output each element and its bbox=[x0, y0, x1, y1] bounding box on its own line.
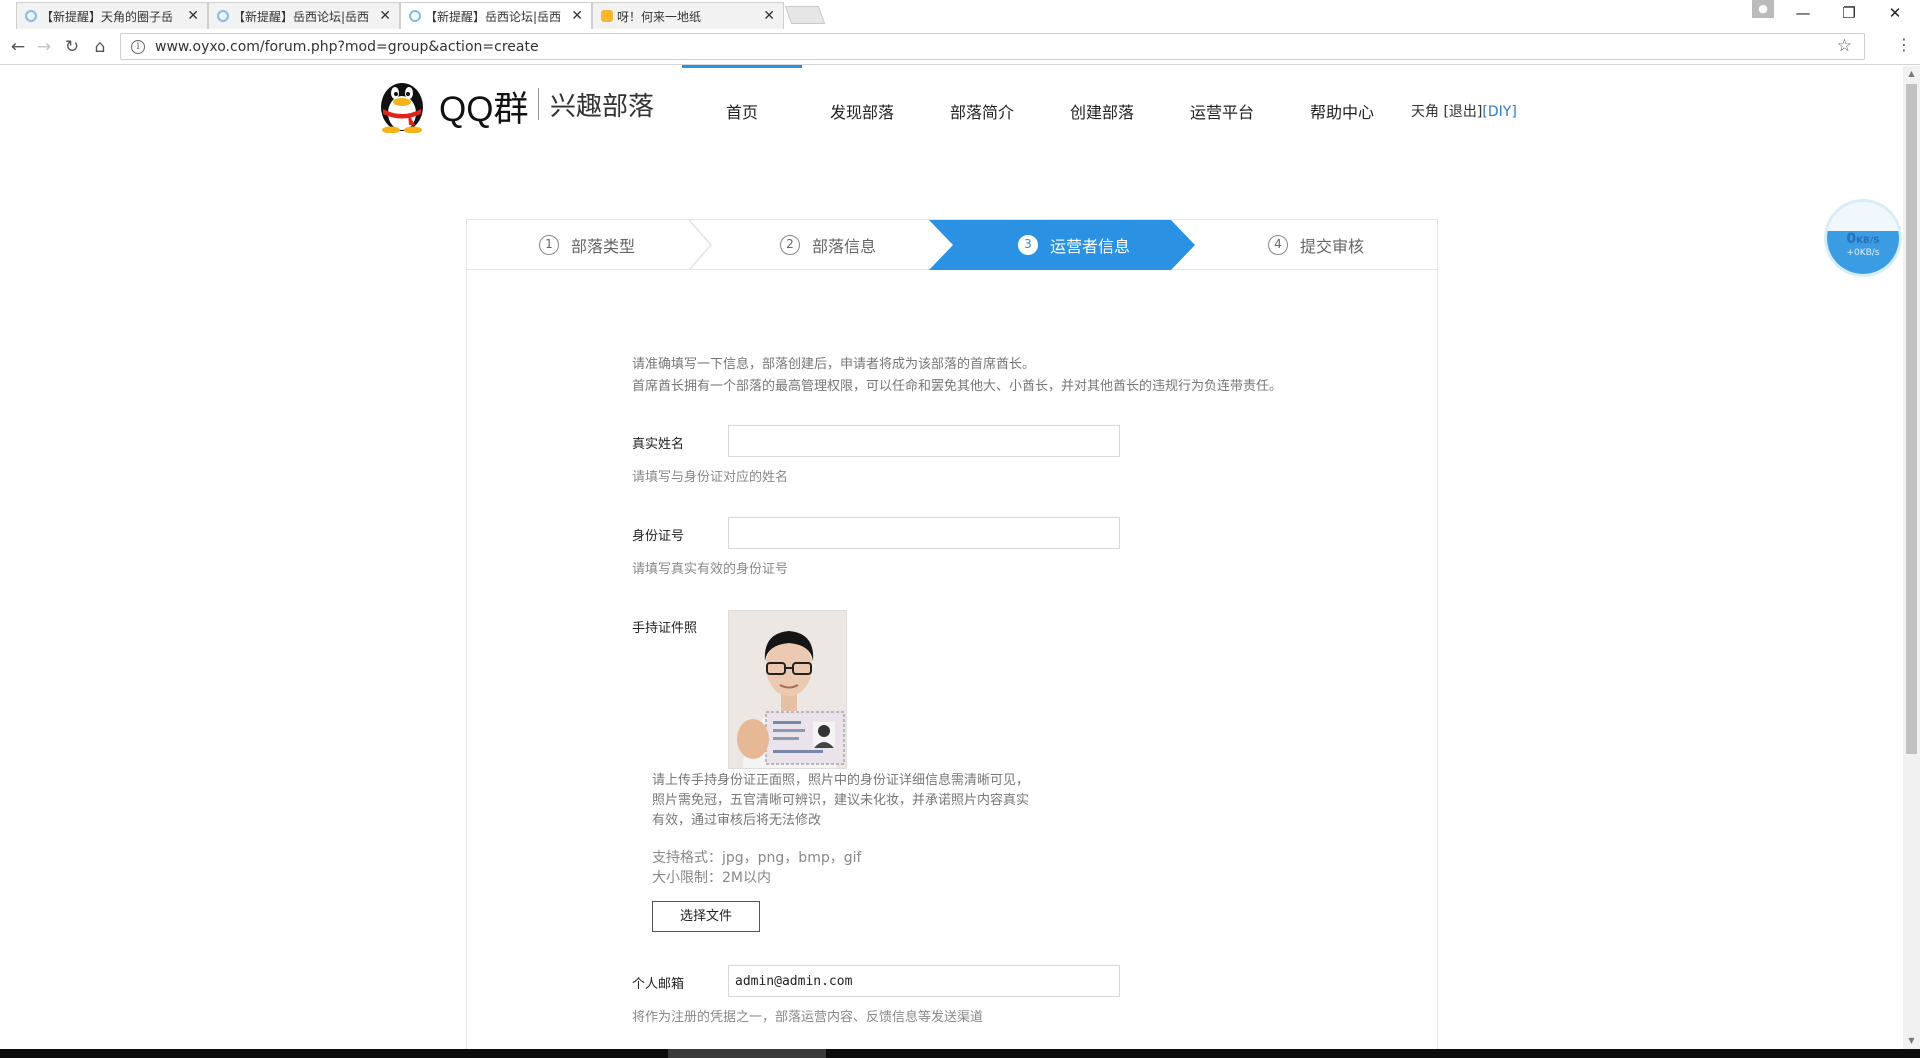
main-nav: 首页 发现部落 部落简介 创建部落 运营平台 帮助中心 bbox=[682, 65, 1402, 153]
id-photo-preview bbox=[728, 610, 847, 769]
nav-about[interactable]: 部落简介 bbox=[922, 65, 1042, 153]
nav-discover[interactable]: 发现部落 bbox=[802, 65, 922, 153]
browser-menu-icon[interactable]: ⋮ bbox=[1896, 35, 1912, 54]
scroll-up-icon[interactable]: ▲ bbox=[1903, 66, 1920, 82]
step-tribe-info: 2 部落信息 bbox=[707, 220, 949, 270]
reload-icon[interactable]: ↻ bbox=[60, 35, 84, 59]
close-icon[interactable]: ✕ bbox=[571, 8, 583, 24]
logout-link[interactable]: [退出] bbox=[1443, 104, 1482, 120]
scroll-thumb[interactable] bbox=[1906, 84, 1917, 754]
forum-favicon-icon bbox=[409, 10, 421, 22]
browser-tab-1[interactable]: 【新提醒】天角的圈子岳 ✕ bbox=[16, 2, 208, 29]
id-number-label: 身份证号 bbox=[632, 529, 685, 544]
id-number-hint: 请填写真实有效的身份证号 bbox=[632, 562, 789, 577]
os-taskbar bbox=[0, 1049, 1920, 1058]
speed-sub-value: +0KB/s bbox=[1846, 248, 1880, 258]
back-arrow-icon[interactable]: ← bbox=[6, 35, 30, 59]
step-label: 提交审核 bbox=[1299, 237, 1364, 256]
forum-favicon-icon bbox=[217, 10, 229, 22]
logo-subtitle: 兴趣部落 bbox=[550, 92, 655, 122]
step-label: 部落类型 bbox=[570, 237, 635, 256]
real-name-input[interactable] bbox=[728, 425, 1120, 457]
form-intro: 请准确填写一下信息，部落创建后，申请者将成为该部落的首席酋长。 首席酋长拥有一个… bbox=[632, 354, 1282, 398]
username[interactable]: 天角 bbox=[1411, 104, 1439, 120]
close-icon[interactable]: ✕ bbox=[187, 8, 199, 24]
step-label: 部落信息 bbox=[811, 237, 876, 256]
speed-value: 0KB/S bbox=[1846, 231, 1880, 247]
close-icon[interactable]: ✕ bbox=[379, 8, 391, 24]
create-tribe-card: 1 部落类型 2 部落信息 3 运营者信息 4 提交审核 请准确填写一下信息，部… bbox=[466, 219, 1438, 1058]
id-number-input[interactable] bbox=[728, 517, 1120, 549]
step-number: 1 bbox=[538, 235, 559, 255]
step-operator-info: 3 运营者信息 bbox=[953, 220, 1195, 270]
upload-constraints: 支持格式：jpg，png，bmp，gif 大小限制：2M以内 bbox=[652, 848, 861, 888]
info-icon[interactable]: i bbox=[131, 39, 145, 54]
speed-unit: KB/S bbox=[1856, 236, 1880, 246]
real-name-hint: 请填写与身份证对应的姓名 bbox=[632, 470, 789, 485]
tab-title: 【新提醒】岳西论坛|岳西 bbox=[233, 9, 370, 24]
id-photo-label: 手持证件照 bbox=[632, 621, 698, 636]
upload-note-line: 有效，通过审核后将无法修改 bbox=[652, 813, 822, 828]
url-text: www.oyxo.com/forum.php?mod=group&action=… bbox=[155, 38, 539, 55]
tab-title: 呀！何来一地纸 bbox=[617, 9, 702, 24]
email-hint: 将作为注册的凭据之一，部落运营内容、反馈信息等发送渠道 bbox=[632, 1010, 984, 1025]
taskbar-active-app[interactable] bbox=[668, 1049, 826, 1058]
upload-note-line: 照片需免冠，五官清晰可辨识，建议未化妆，并承诺照片内容真实 bbox=[652, 793, 1030, 808]
window-close-icon[interactable]: ✕ bbox=[1872, 0, 1918, 27]
profile-icon[interactable]: ● bbox=[1752, 0, 1774, 18]
home-icon[interactable]: ⌂ bbox=[88, 35, 112, 59]
nav-create[interactable]: 创建部落 bbox=[1042, 65, 1162, 153]
step-number: 2 bbox=[779, 235, 800, 255]
step-number: 4 bbox=[1267, 235, 1288, 255]
id-photo-image bbox=[729, 611, 846, 768]
upload-note-line: 请上传手持身份证正面照，照片中的身份证详细信息需清晰可见， bbox=[652, 773, 1030, 788]
step-indicator: 1 部落类型 2 部落信息 3 运营者信息 4 提交审核 bbox=[467, 220, 1437, 270]
choose-file-button[interactable]: 选择文件 bbox=[652, 901, 760, 932]
page-scrollbar[interactable]: ▲ ▼ bbox=[1903, 66, 1920, 1049]
email-label: 个人邮箱 bbox=[632, 977, 685, 992]
forward-arrow-icon[interactable]: → bbox=[32, 35, 56, 59]
address-bar[interactable]: i www.oyxo.com/forum.php?mod=group&actio… bbox=[120, 33, 1865, 60]
tab-bar: 【新提醒】天角的圈子岳 ✕ 【新提醒】岳西论坛|岳西 ✕ 【新提醒】岳西论坛|岳… bbox=[0, 0, 1920, 29]
nav-help[interactable]: 帮助中心 bbox=[1282, 65, 1402, 153]
supported-formats: 支持格式：jpg，png，bmp，gif bbox=[652, 850, 862, 866]
intro-line: 首席酋长拥有一个部落的最高管理权限，可以任命和罢免其他大、小酋长，并对其他酋长的… bbox=[632, 379, 1283, 394]
logo-divider bbox=[538, 88, 539, 120]
nav-operations[interactable]: 运营平台 bbox=[1162, 65, 1282, 153]
step-tribe-type: 1 部落类型 bbox=[467, 220, 707, 270]
browser-tab-2[interactable]: 【新提醒】岳西论坛|岳西 ✕ bbox=[208, 2, 400, 29]
step-number: 3 bbox=[1017, 235, 1038, 255]
upload-instructions: 请上传手持身份证正面照，照片中的身份证详细信息需清晰可见， 照片需免冠，五官清晰… bbox=[652, 771, 1072, 831]
restore-icon[interactable]: ❐ bbox=[1826, 0, 1872, 27]
new-tab-button[interactable] bbox=[784, 6, 826, 24]
nav-home[interactable]: 首页 bbox=[682, 65, 802, 153]
email-input[interactable] bbox=[728, 965, 1120, 997]
browser-tab-4[interactable]: 呀！何来一地纸 ✕ bbox=[592, 2, 784, 29]
size-limit: 大小限制：2M以内 bbox=[652, 870, 771, 886]
browser-tab-3[interactable]: 【新提醒】岳西论坛|岳西 ✕ bbox=[400, 2, 592, 29]
close-icon[interactable]: ✕ bbox=[763, 8, 775, 24]
network-speed-widget[interactable]: 0KB/S +0KB/s bbox=[1827, 202, 1899, 274]
step-label: 运营者信息 bbox=[1049, 237, 1130, 256]
wallpaper-favicon-icon bbox=[601, 10, 613, 22]
user-box: 天角 [退出][DIY] bbox=[1411, 101, 1517, 121]
forum-favicon-icon bbox=[25, 10, 37, 22]
scroll-down-icon[interactable]: ▼ bbox=[1903, 1033, 1920, 1049]
tab-title: 【新提醒】天角的圈子岳 bbox=[41, 9, 174, 24]
tab-title: 【新提醒】岳西论坛|岳西 bbox=[425, 9, 562, 24]
minimize-icon[interactable]: — bbox=[1780, 0, 1826, 27]
browser-toolbar: ← → ↻ ⌂ i www.oyxo.com/forum.php?mod=gro… bbox=[0, 29, 1920, 65]
diy-link[interactable]: [DIY] bbox=[1482, 104, 1516, 120]
step-submit-review: 4 提交审核 bbox=[1195, 220, 1437, 270]
intro-line: 请准确填写一下信息，部落创建后，申请者将成为该部落的首席酋长。 bbox=[632, 357, 1036, 372]
real-name-label: 真实姓名 bbox=[632, 437, 685, 452]
logo-text[interactable]: QQ群 bbox=[439, 81, 528, 132]
qq-penguin-logo-icon[interactable] bbox=[375, 75, 429, 133]
bookmark-star-icon[interactable]: ☆ bbox=[1837, 36, 1852, 56]
